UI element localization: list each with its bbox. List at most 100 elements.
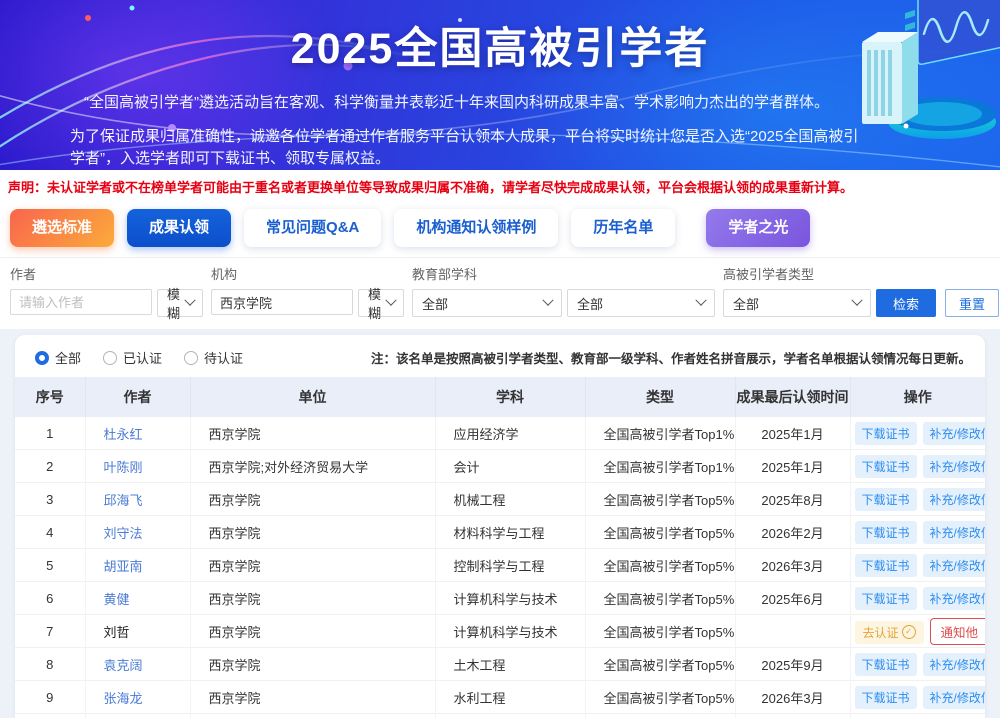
row-index: 1 <box>15 417 85 450</box>
author-link[interactable]: 袁克阔 <box>104 658 143 673</box>
download-cert-button[interactable]: 下载证书 <box>855 653 917 676</box>
download-cert-button[interactable]: 下载证书 <box>855 488 917 511</box>
org-cell: 西京学院 <box>190 582 435 615</box>
download-cert-button[interactable]: 下载证书 <box>855 455 917 478</box>
actions-cell: 下载证书补充/修改信息 <box>850 483 985 516</box>
row-index: 4 <box>15 516 85 549</box>
edit-info-button[interactable]: 补充/修改信息 <box>923 686 985 709</box>
go-certify-button[interactable]: 去认证✓ <box>855 621 924 644</box>
tab-selection-criteria[interactable]: 遴选标准 <box>10 209 114 247</box>
subject-cell: 计算机科学与技术 <box>435 582 585 615</box>
org-cell: 西京学院 <box>190 516 435 549</box>
banner-intro-line2: 为了保证成果归属准确性，诚邀各位学者通过作者服务平台认领本人成果，平台将实时统计… <box>70 126 865 170</box>
author-cell: 邱海飞 <box>85 483 190 516</box>
table-header-row: 序号 作者 单位 学科 类型 成果最后认领时间 操作 <box>15 377 985 417</box>
edit-info-button[interactable]: 补充/修改信息 <box>923 488 985 511</box>
subject-value: 全部 <box>422 294 448 313</box>
subject-cell: 智能科学与技术 <box>435 714 585 718</box>
tab-notice-sample[interactable]: 机构通知认领样例 <box>394 209 558 247</box>
table-row: 7刘哲西京学院计算机科学与技术全国高被引学者Top5%去认证✓通知他 <box>15 615 985 648</box>
author-link[interactable]: 黄健 <box>104 592 130 607</box>
tab-scholar-light[interactable]: 学者之光 <box>706 209 810 247</box>
scholar-table-body: 1杜永红西京学院应用经济学全国高被引学者Top1%2025年1月下载证书补充/修… <box>15 417 985 718</box>
subject-cell: 水利工程 <box>435 681 585 714</box>
reset-button[interactable]: 重置 <box>945 289 999 317</box>
type-cell: 全国高被引学者Top1% <box>585 450 735 483</box>
author-link[interactable]: 叶陈刚 <box>104 460 143 475</box>
subject-level2-select[interactable]: 全部 <box>567 289 715 317</box>
claim-date-cell: 2025年1月 <box>735 417 850 450</box>
search-button[interactable]: 检索 <box>876 289 936 317</box>
radio-selected-icon <box>35 351 49 365</box>
author-link[interactable]: 胡亚南 <box>104 559 143 574</box>
row-index: 7 <box>15 615 85 648</box>
author-label: 作者 <box>10 264 203 283</box>
author-link[interactable]: 杜永红 <box>104 427 143 442</box>
org-cell: 西京学院 <box>190 648 435 681</box>
tab-claim-results[interactable]: 成果认领 <box>127 209 231 247</box>
org-input[interactable] <box>211 289 353 315</box>
author-link[interactable]: 邱海飞 <box>104 493 143 508</box>
edit-info-button[interactable]: 补充/修改信息 <box>923 521 985 544</box>
radio-pending[interactable]: 待认证 <box>184 348 243 367</box>
org-cell: 西京学院 <box>190 549 435 582</box>
claim-date-cell <box>735 615 850 648</box>
author-cell: 王振 <box>85 714 190 718</box>
col-author: 作者 <box>85 377 190 417</box>
radio-all[interactable]: 全部 <box>35 348 81 367</box>
download-cert-button[interactable]: 下载证书 <box>855 686 917 709</box>
type-cell: 全国高被引学者Top5% <box>585 549 735 582</box>
disclaimer-bar: 声明：未认证学者或不在榜单学者可能由于重名或者更换单位等导致成果归属不准确，请学… <box>0 170 1000 202</box>
download-cert-button[interactable]: 下载证书 <box>855 422 917 445</box>
author-cell: 叶陈刚 <box>85 450 190 483</box>
author-mode-value: 模糊 <box>167 284 180 322</box>
org-cell: 西京学院 <box>190 615 435 648</box>
type-select[interactable]: 全部 <box>723 289 871 317</box>
edit-info-button[interactable]: 补充/修改信息 <box>923 554 985 577</box>
radio-unselected-icon <box>103 351 117 365</box>
content-section: 全部 已认证 待认证 注：该名单是按照高被引学者类型、教育部一级学科、作者姓名拼… <box>0 329 1000 718</box>
claim-date-cell: 2026年3月 <box>735 549 850 582</box>
table-row: 6 黄健 西京学院计算机科学与技术全国高被引学者Top5%2025年6月下载证书补充… <box>15 582 985 615</box>
author-mode-select[interactable]: 模糊 <box>157 289 203 317</box>
claim-date-cell: 2025年6月 <box>735 582 850 615</box>
subject-select[interactable]: 全部 <box>412 289 562 317</box>
chevron-down-icon <box>851 295 862 306</box>
edit-info-button[interactable]: 补充/修改信息 <box>923 422 985 445</box>
col-type: 类型 <box>585 377 735 417</box>
radio-certified[interactable]: 已认证 <box>103 348 162 367</box>
filter-bar: 作者 模糊 机构 模糊 教育部学科 全部 全部 <box>0 258 1000 329</box>
actions-cell: 下载证书补充/修改信息 <box>850 681 985 714</box>
col-subject: 学科 <box>435 377 585 417</box>
author-link[interactable]: 刘守法 <box>104 526 143 541</box>
edit-info-button[interactable]: 补充/修改信息 <box>923 587 985 610</box>
author-cell: 张海龙 <box>85 681 190 714</box>
download-cert-button[interactable]: 下载证书 <box>855 554 917 577</box>
row-index: 6 <box>15 582 85 615</box>
scholar-table: 序号 作者 单位 学科 类型 成果最后认领时间 操作 1杜永红西京学院应用经济学… <box>15 377 985 718</box>
tab-faq[interactable]: 常见问题Q&A <box>244 209 381 247</box>
download-cert-button[interactable]: 下载证书 <box>855 587 917 610</box>
page-title: 2025全国高被引学者 <box>0 14 1000 76</box>
claim-date-cell: 2025年1月 <box>735 450 850 483</box>
table-row: 5胡亚南西京学院控制科学与工程全国高被引学者Top5%2026年3月下载证书补充… <box>15 549 985 582</box>
claim-date-cell: 2025年1月 <box>735 714 850 718</box>
org-cell: 西京学院 <box>190 483 435 516</box>
download-cert-button[interactable]: 下载证书 <box>855 521 917 544</box>
subject-label: 教育部学科 <box>412 264 715 283</box>
claim-date-cell: 2026年2月 <box>735 516 850 549</box>
org-mode-select[interactable]: 模糊 <box>358 289 404 317</box>
tab-past-lists[interactable]: 历年名单 <box>571 209 675 247</box>
tab-bar: 遴选标准 成果认领 常见问题Q&A 机构通知认领样例 历年名单 学者之光 <box>0 202 1000 258</box>
notify-button[interactable]: 通知他 <box>930 618 985 645</box>
actions-cell: 去认证✓ 通知他 <box>850 615 985 648</box>
author-input[interactable] <box>10 289 152 315</box>
subject-cell: 机械工程 <box>435 483 585 516</box>
edit-info-button[interactable]: 补充/修改信息 <box>923 455 985 478</box>
author-cell: 黄健 <box>85 582 190 615</box>
type-cell: 全国高被引学者Top5% <box>585 582 735 615</box>
edit-info-button[interactable]: 补充/修改信息 <box>923 653 985 676</box>
author-link[interactable]: 张海龙 <box>104 691 143 706</box>
author-cell: 杜永红 <box>85 417 190 450</box>
author-name: 刘哲 <box>104 625 130 640</box>
